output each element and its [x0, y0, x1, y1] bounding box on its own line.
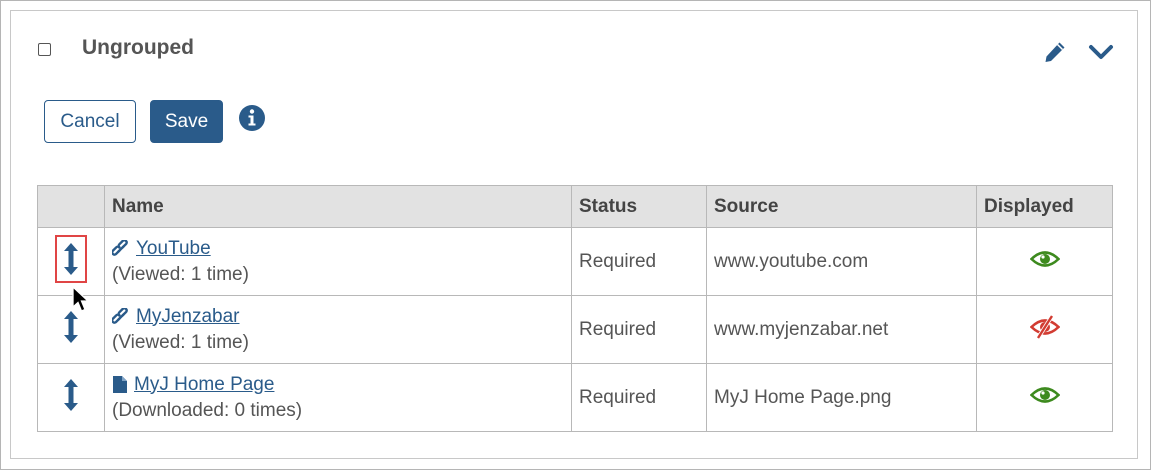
- updown-arrow-icon: [64, 242, 78, 275]
- link-icon: [112, 307, 128, 324]
- updown-arrow-icon: [64, 310, 78, 343]
- source-cell: www.youtube.com: [706, 227, 977, 296]
- name-column-header: Name: [104, 185, 572, 228]
- name-cell: MyJ Home Page (Downloaded: 0 times): [104, 363, 572, 432]
- status-cell: Required: [571, 363, 707, 432]
- displayed-column-header: Displayed: [976, 185, 1113, 228]
- displayed-cell: [976, 363, 1113, 432]
- source-column-header: Source: [706, 185, 977, 228]
- link-icon: [112, 239, 128, 256]
- view-count: (Viewed: 1 time): [112, 331, 249, 353]
- file-icon: [113, 376, 127, 393]
- drag-handle-cell: [37, 363, 105, 432]
- table-header-row: Name Status Source Displayed: [37, 185, 1113, 228]
- mouse-cursor-icon: [72, 286, 90, 312]
- drag-handle[interactable]: [55, 234, 87, 283]
- source-cell: www.myjenzabar.net: [706, 295, 977, 364]
- displayed-cell: [976, 227, 1113, 296]
- document-name-link[interactable]: MyJenzabar: [136, 306, 240, 328]
- documents-table: Name Status Source Displayed YouTube (Vi…: [37, 185, 1113, 432]
- chevron-down-icon[interactable]: [1088, 40, 1114, 64]
- download-count: (Downloaded: 0 times): [112, 399, 303, 421]
- drag-handle[interactable]: [55, 371, 87, 419]
- drag-column-header: [37, 185, 105, 228]
- cancel-button[interactable]: Cancel: [44, 100, 136, 143]
- eye-slash-icon[interactable]: [1029, 314, 1060, 339]
- name-cell: YouTube (Viewed: 1 time): [104, 227, 572, 296]
- document-name-link[interactable]: MyJ Home Page: [134, 374, 274, 396]
- document-name-link[interactable]: YouTube: [136, 238, 211, 260]
- table-row: MyJenzabar (Viewed: 1 time) Required www…: [37, 295, 1113, 364]
- group-select-checkbox[interactable]: [38, 43, 51, 56]
- updown-arrow-icon: [64, 378, 78, 411]
- table-row: YouTube (Viewed: 1 time) Required www.yo…: [37, 227, 1113, 296]
- table-row: MyJ Home Page (Downloaded: 0 times) Requ…: [37, 363, 1113, 432]
- drag-handle-cell: [37, 295, 105, 364]
- name-cell: MyJenzabar (Viewed: 1 time): [104, 295, 572, 364]
- save-button[interactable]: Save: [150, 100, 223, 143]
- status-cell: Required: [571, 295, 707, 364]
- drag-handle-cell: [37, 227, 105, 296]
- group-title: Ungrouped: [82, 36, 194, 59]
- source-cell: MyJ Home Page.png: [706, 363, 977, 432]
- status-cell: Required: [571, 227, 707, 296]
- displayed-cell: [976, 295, 1113, 364]
- eye-icon[interactable]: [1029, 249, 1060, 269]
- info-icon[interactable]: [238, 104, 266, 132]
- status-column-header: Status: [571, 185, 707, 228]
- pencil-icon[interactable]: [1042, 39, 1068, 65]
- eye-icon[interactable]: [1029, 385, 1060, 405]
- view-count: (Viewed: 1 time): [112, 263, 249, 285]
